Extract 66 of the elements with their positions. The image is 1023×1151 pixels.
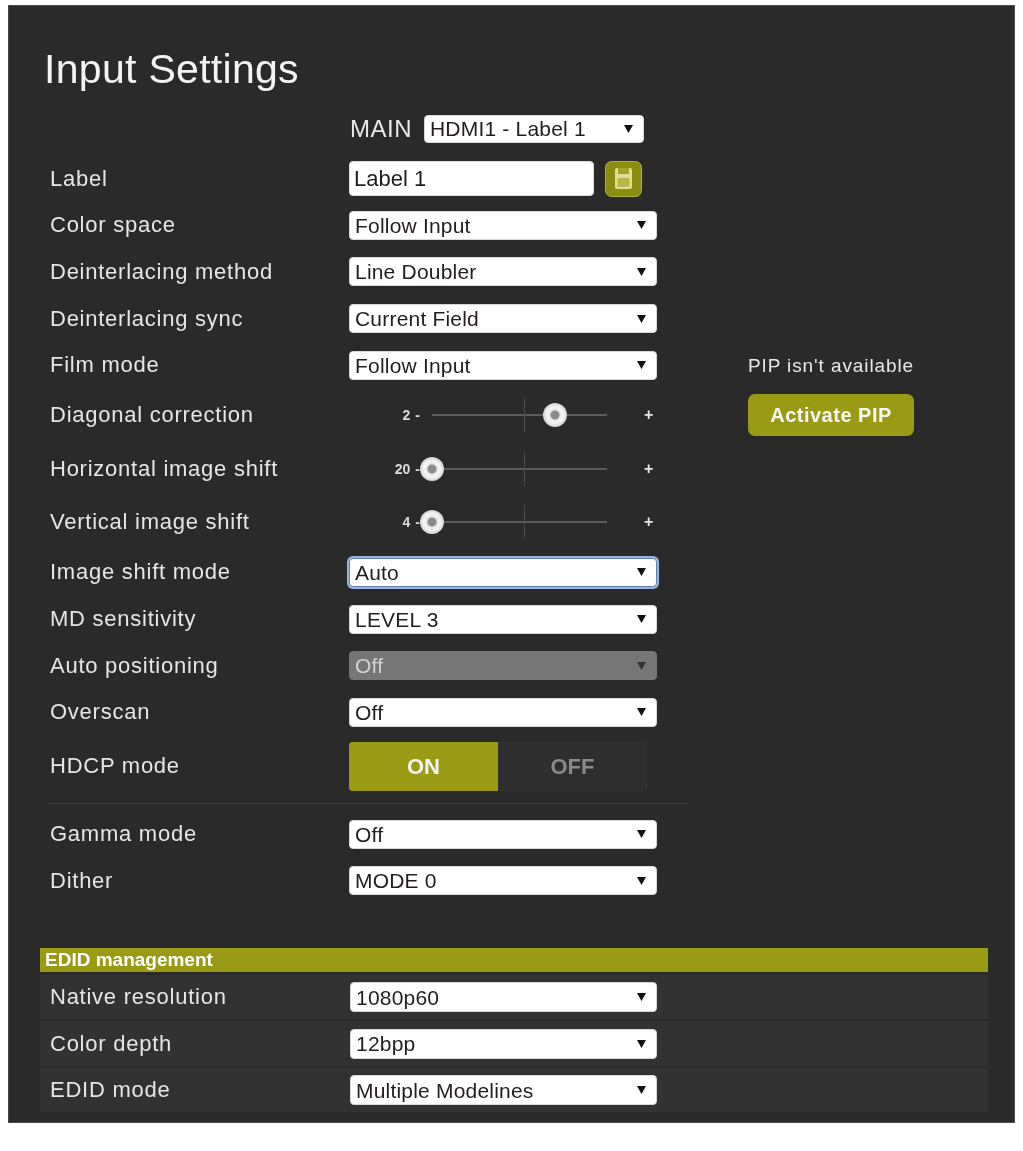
page-title: Input Settings (44, 45, 300, 93)
setting-label: Diagonal correction (50, 402, 255, 429)
caret-icon (637, 708, 646, 717)
center-tick (524, 505, 525, 540)
dropdown[interactable]: MODE 0 (349, 866, 657, 896)
dropdown[interactable]: Current Field (349, 304, 657, 334)
center-tick (524, 398, 525, 433)
setting-label: Auto positioning (50, 652, 220, 679)
center-tick (524, 451, 525, 486)
dropdown[interactable]: Off (349, 819, 657, 849)
dropdown[interactable]: Off (349, 697, 657, 727)
setting-label: Horizontal image shift (50, 455, 280, 482)
slider-thumb[interactable] (542, 403, 567, 428)
caret-icon (624, 124, 633, 133)
slider-value: 20 (394, 460, 411, 477)
setting-label: Film mode (50, 352, 161, 379)
decrement-button[interactable]: - (415, 514, 420, 531)
caret-icon (637, 830, 646, 839)
caret-icon (637, 615, 646, 624)
decrement-button[interactable]: - (415, 407, 420, 424)
dropdown[interactable]: Follow Input (349, 210, 657, 240)
setting-label: HDCP mode (50, 753, 181, 780)
dropdown[interactable]: LEVEL 3 (349, 604, 657, 634)
caret-icon (637, 221, 646, 230)
setting-label: MD sensitivity (50, 606, 198, 633)
caret-icon (637, 361, 646, 370)
caret-icon (637, 876, 646, 885)
setting-label: Deinterlacing method (50, 259, 274, 285)
setting-label: Deinterlacing sync (50, 305, 245, 332)
dropdown[interactable]: 12bpp (350, 1028, 657, 1059)
caret-icon (637, 1039, 646, 1048)
dropdown[interactable]: HDMI1 - Label 1 (424, 114, 644, 143)
status-text: PIP isn't available (746, 354, 916, 377)
slider-thumb[interactable] (420, 510, 444, 535)
setting-label: EDID mode (50, 1077, 172, 1104)
caret-icon (637, 314, 646, 323)
setting-label: Native resolution (50, 984, 228, 1011)
slider-value: 2 (402, 407, 411, 424)
caret-icon (637, 1086, 646, 1095)
source-label: MAIN (350, 114, 412, 143)
dropdown[interactable]: Line Doubler (349, 257, 657, 287)
increment-button[interactable]: + (644, 459, 654, 478)
increment-button[interactable]: + (644, 513, 654, 532)
increment-button[interactable]: + (644, 406, 654, 425)
decrement-button[interactable]: - (415, 460, 420, 477)
setting-label: Color space (50, 212, 177, 239)
dropdown[interactable]: Follow Input (349, 350, 657, 380)
dropdown[interactable]: Multiple Modelines (350, 1075, 657, 1106)
text-field[interactable]: Label 1 (349, 161, 594, 196)
section-header: EDID management (40, 948, 988, 973)
setting-label: Vertical image shift (50, 509, 251, 536)
setting-label: Label (50, 165, 109, 192)
setting-label: Overscan (50, 699, 152, 726)
caret-icon (637, 661, 646, 670)
dropdown[interactable]: Auto (349, 557, 657, 587)
caret-icon (637, 268, 646, 276)
setting-label: Color depth (50, 1030, 173, 1057)
setting-label: Image shift mode (50, 559, 232, 586)
caret-icon (637, 568, 646, 577)
slider-thumb[interactable] (420, 456, 444, 481)
slider-value: 4 (402, 514, 411, 531)
dropdown[interactable]: 1080p60 (350, 982, 657, 1013)
setting-label: Gamma mode (50, 821, 198, 848)
caret-icon (637, 993, 646, 1002)
toggle-option[interactable]: OFF (498, 741, 647, 791)
setting-label: Dither (50, 867, 115, 894)
